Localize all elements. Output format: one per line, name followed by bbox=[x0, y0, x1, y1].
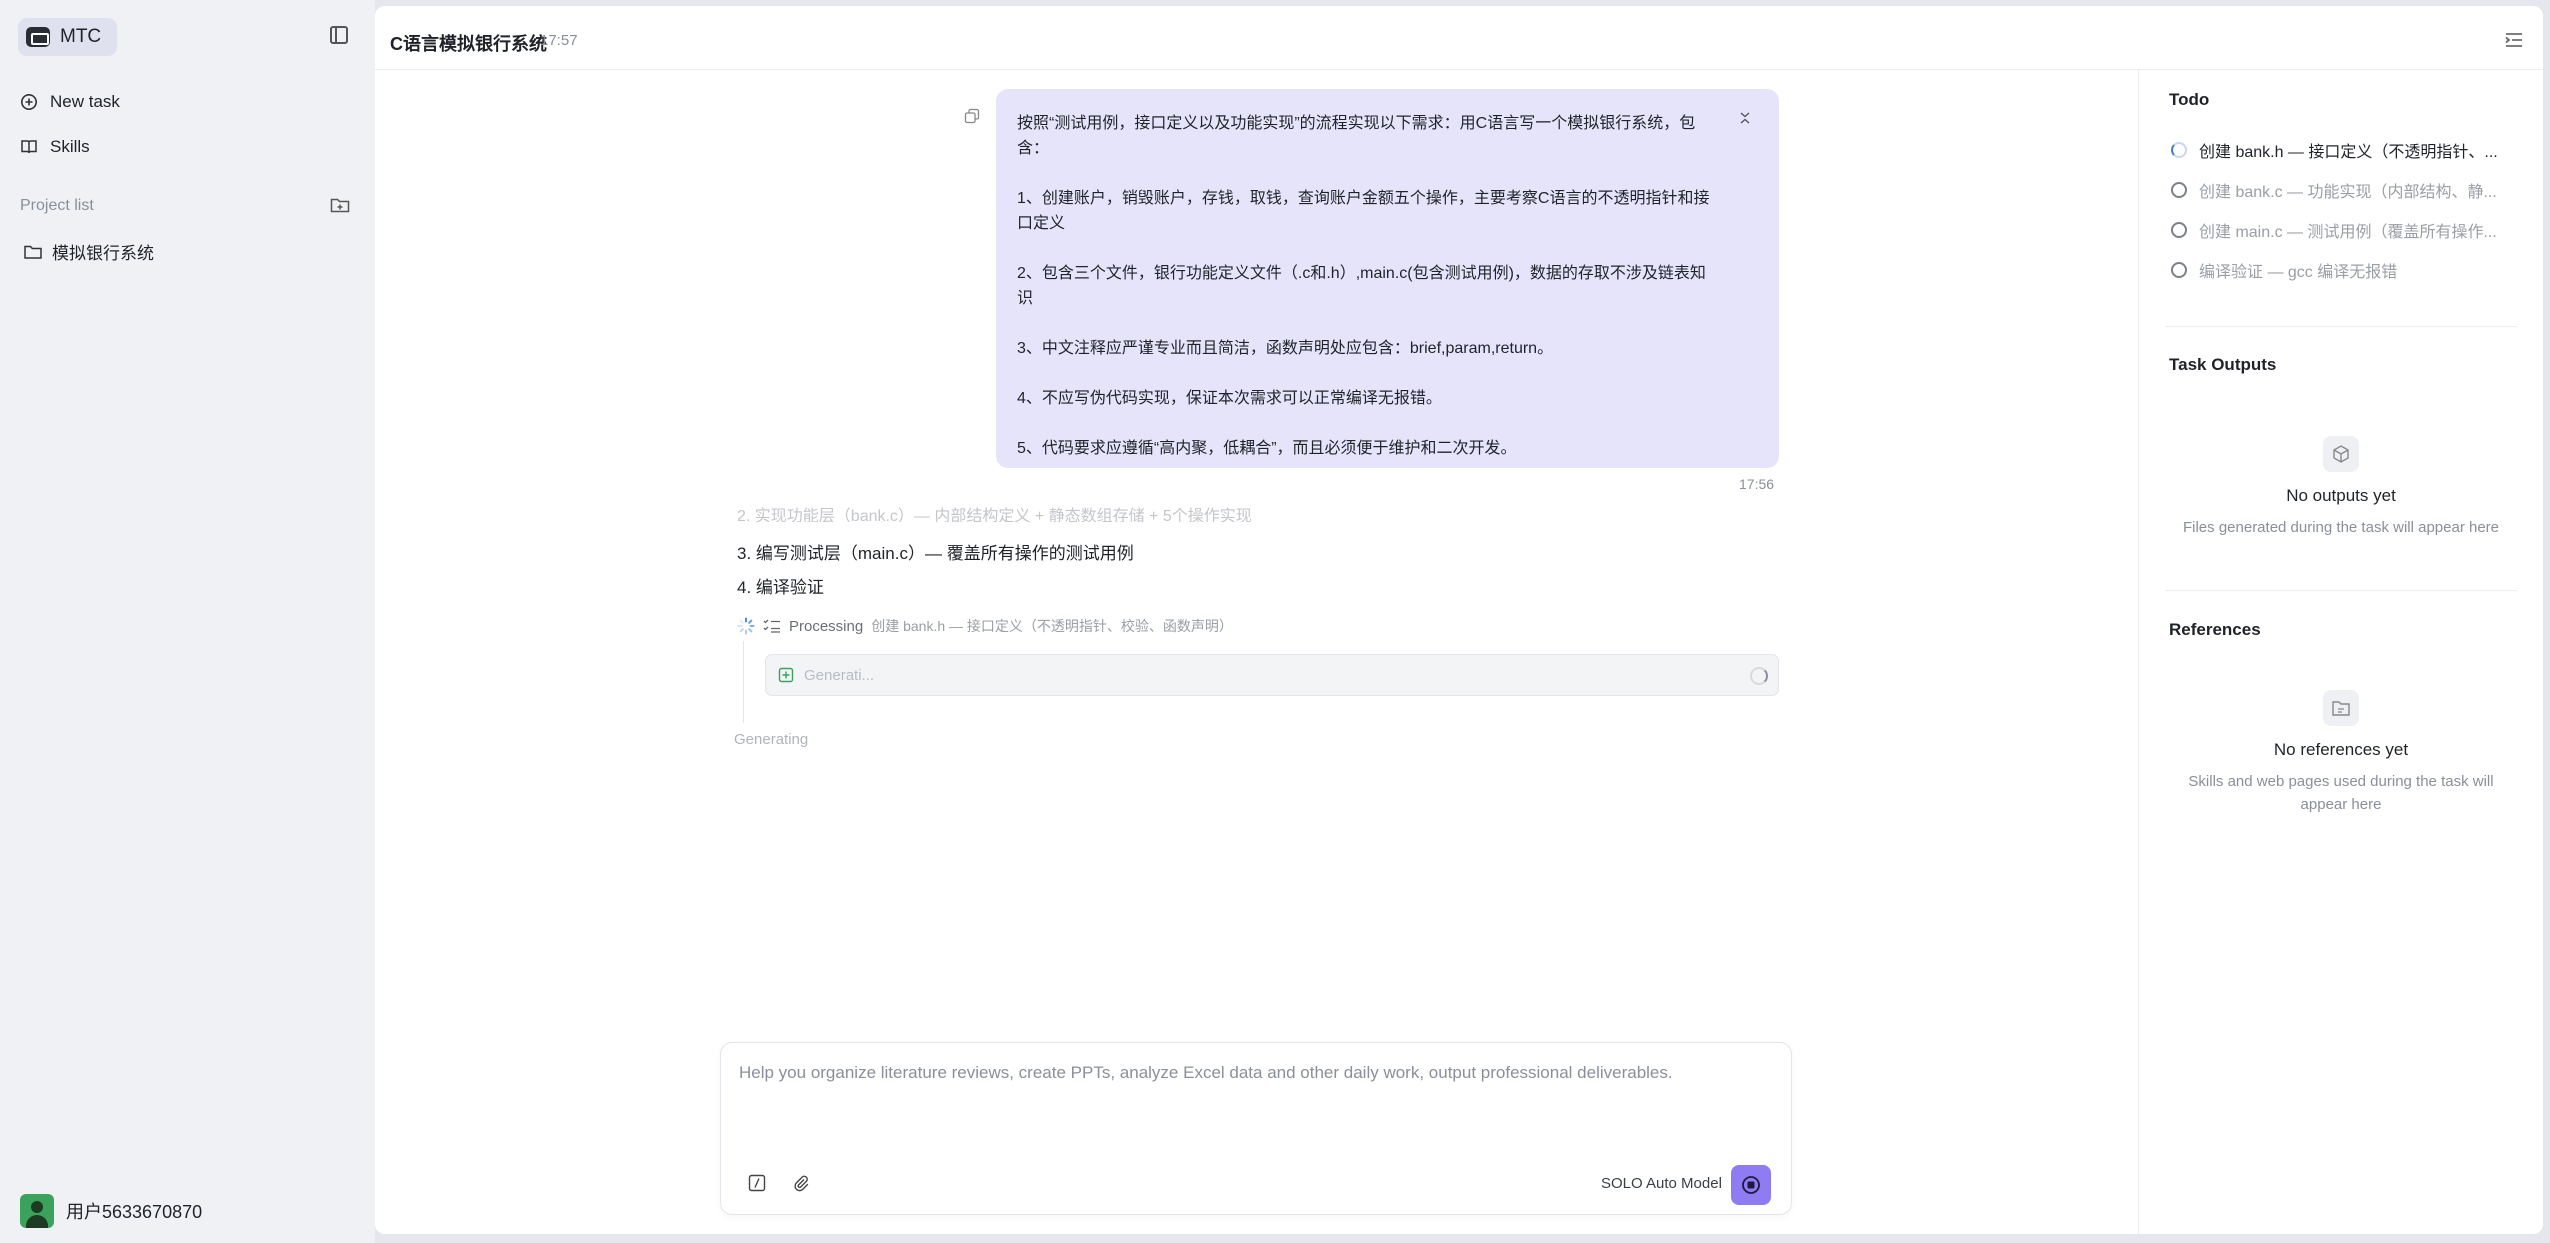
references-empty-state: No references yet Skills and web pages u… bbox=[2165, 690, 2517, 816]
book-icon bbox=[21, 140, 37, 154]
message-paragraph: 2、包含三个文件，银行功能定义文件（.c和.h）,main.c(包含测试用例)，… bbox=[1017, 265, 1706, 307]
folder-icon bbox=[24, 245, 42, 259]
generating-file-label: Generati... bbox=[804, 666, 875, 684]
loading-spinner-icon bbox=[737, 617, 755, 635]
collapse-message-icon[interactable] bbox=[1738, 111, 1752, 125]
prompt-input[interactable] bbox=[739, 1063, 1769, 1123]
plan-step-faded: 2. 实现功能层（bank.c）— 内部结构定义 + 静态数组存储 + 5个操作… bbox=[737, 508, 1252, 522]
workspace-switcher[interactable]: MTC bbox=[18, 18, 118, 56]
user-message-bubble: 按照“测试用例，接口定义以及功能实现”的流程实现以下需求：用C语言写一个模拟银行… bbox=[996, 89, 1779, 468]
processing-detail: 创建 bank.h — 接口定义（不透明指针、校验、函数声明） bbox=[871, 618, 1233, 634]
task-outputs-title: Task Outputs bbox=[2169, 355, 2277, 374]
right-panel-toggle-icon[interactable] bbox=[2505, 32, 2523, 48]
references-empty-subtitle: Skills and web pages used during the tas… bbox=[2188, 773, 2494, 813]
todo-label: 创建 main.c — 测试用例（覆盖所有操作... bbox=[2199, 224, 2497, 241]
task-header: C语言模拟银行系统 17:57 bbox=[375, 6, 2543, 70]
generating-file-card[interactable]: Generati... bbox=[765, 654, 1779, 696]
todo-title: Todo bbox=[2169, 90, 2210, 109]
file-spinner-icon bbox=[1750, 667, 1768, 685]
pending-circle-icon bbox=[2171, 262, 2187, 278]
app-logo-icon bbox=[26, 27, 50, 47]
paperclip-icon bbox=[794, 1175, 809, 1192]
pending-circle-icon bbox=[2171, 182, 2187, 198]
plan-step: 4. 编译验证 bbox=[737, 578, 824, 597]
processing-status[interactable]: Processing 创建 bank.h — 接口定义（不透明指针、校验、函数声… bbox=[737, 616, 1233, 636]
model-selector[interactable]: SOLO Auto Model bbox=[1601, 1175, 1722, 1192]
new-task-button[interactable]: New task bbox=[20, 86, 120, 118]
todo-item[interactable]: 创建 bank.c — 功能实现（内部结构、静... bbox=[2171, 178, 2501, 202]
task-title: C语言模拟银行系统 bbox=[390, 34, 547, 54]
section-divider bbox=[2165, 326, 2517, 327]
slash-command-button[interactable] bbox=[745, 1171, 769, 1195]
slash-command-icon bbox=[748, 1174, 766, 1192]
generating-status: Generating bbox=[734, 731, 809, 748]
copy-icon[interactable] bbox=[964, 108, 980, 124]
workspace-name: MTC bbox=[60, 26, 102, 47]
section-divider bbox=[2165, 590, 2517, 591]
in-progress-icon bbox=[2171, 142, 2187, 158]
todo-label: 创建 bank.h — 接口定义（不透明指针、... bbox=[2199, 144, 2498, 161]
todo-item[interactable]: 创建 main.c — 测试用例（覆盖所有操作... bbox=[2171, 218, 2501, 242]
message-paragraph: 3、中文注释应严谨专业而且简洁，函数声明处应包含：brief,param,ret… bbox=[1017, 340, 1554, 357]
project-list-label: Project list bbox=[20, 197, 94, 214]
plus-circle-icon bbox=[21, 94, 37, 110]
project-item[interactable]: 模拟银行系统 bbox=[24, 239, 154, 264]
message-paragraph: 1、创建账户，销毁账户，存钱，取钱，查询账户金额五个操作，主要考察C语言的不透明… bbox=[1017, 190, 1710, 232]
add-folder-icon[interactable] bbox=[330, 196, 350, 214]
sidebar-collapse-icon[interactable] bbox=[330, 26, 348, 44]
todo-label: 编译验证 — gcc 编译无报错 bbox=[2199, 264, 2398, 281]
new-task-label: New task bbox=[50, 92, 120, 111]
pending-circle-icon bbox=[2171, 222, 2187, 238]
todo-label: 创建 bank.c — 功能实现（内部结构、静... bbox=[2199, 184, 2497, 201]
task-time: 17:57 bbox=[540, 32, 578, 49]
composer: SOLO Auto Model bbox=[720, 1042, 1792, 1215]
panel-divider bbox=[2138, 70, 2139, 1234]
processing-label: Processing bbox=[789, 617, 864, 635]
stop-button[interactable] bbox=[1731, 1165, 1771, 1205]
stop-icon bbox=[1742, 1176, 1760, 1194]
message-paragraph: 按照“测试用例，接口定义以及功能实现”的流程实现以下需求：用C语言写一个模拟银行… bbox=[1017, 115, 1696, 157]
outputs-empty-title: No outputs yet bbox=[2286, 486, 2396, 505]
checklist-icon bbox=[763, 619, 780, 633]
outputs-empty-subtitle: Files generated during the task will app… bbox=[2182, 519, 2500, 536]
user-profile[interactable]: 用户5633670870 bbox=[20, 1194, 202, 1228]
file-add-icon bbox=[778, 667, 794, 683]
project-label: 模拟银行系统 bbox=[52, 244, 154, 263]
references-empty-title: No references yet bbox=[2273, 740, 2409, 759]
step-rail bbox=[743, 641, 744, 723]
attach-button[interactable] bbox=[789, 1171, 813, 1195]
message-paragraph: 4、不应写伪代码实现，保证本次需求可以正常编译无报错。 bbox=[1017, 390, 1442, 407]
avatar bbox=[20, 1194, 54, 1228]
references-title: References bbox=[2169, 620, 2261, 639]
todo-item[interactable]: 创建 bank.h — 接口定义（不透明指针、... bbox=[2171, 138, 2501, 162]
plan-step: 3. 编写测试层（main.c）— 覆盖所有操作的测试用例 bbox=[737, 544, 1134, 563]
todo-item[interactable]: 编译验证 — gcc 编译无报错 bbox=[2171, 258, 2501, 282]
message-timestamp: 17:56 bbox=[1739, 476, 1775, 492]
folder-search-icon bbox=[2323, 690, 2359, 726]
message-paragraph: 5、代码要求应遵循“高内聚，低耦合”，而且必须便于维护和二次开发。 bbox=[1017, 440, 1517, 457]
skills-label: Skills bbox=[50, 137, 90, 156]
user-name: 用户5633670870 bbox=[66, 1202, 203, 1222]
outputs-empty-state: No outputs yet Files generated during th… bbox=[2165, 436, 2517, 539]
skills-button[interactable]: Skills bbox=[20, 131, 90, 163]
sidebar: MTC New task Skills Project list 模拟银行系统 … bbox=[0, 0, 375, 1243]
package-icon bbox=[2323, 436, 2359, 472]
